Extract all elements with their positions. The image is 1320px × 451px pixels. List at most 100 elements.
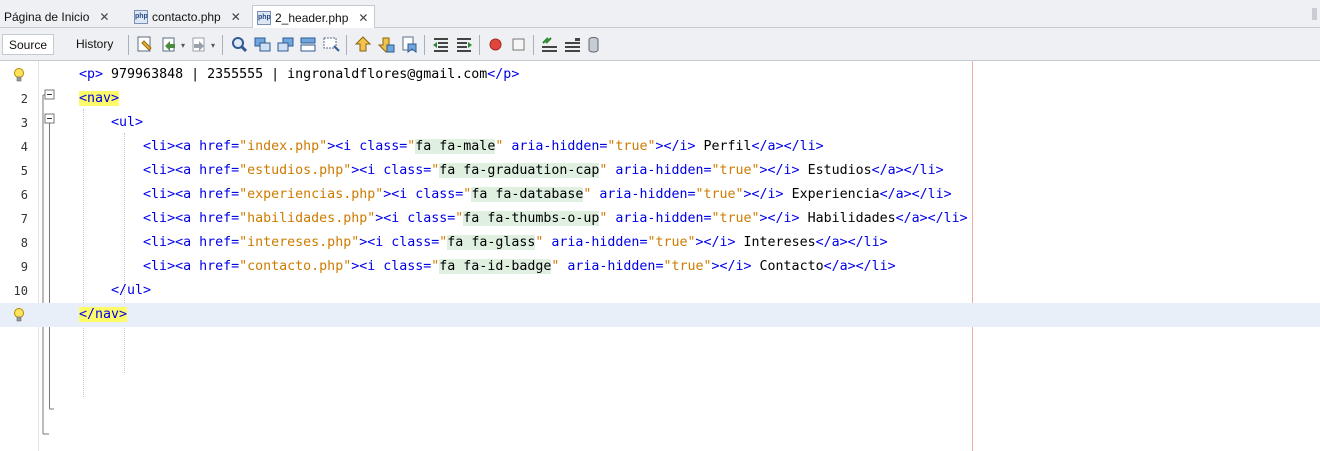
code-token: aria-hidden= <box>607 163 712 178</box>
code-token: <li><a href= <box>143 139 240 154</box>
code-line[interactable]: 7 <li><a href="habilidades.php"><i class… <box>0 207 1320 231</box>
code-token: ></i> <box>759 163 800 178</box>
find-next-icon[interactable] <box>276 35 295 54</box>
database-icon[interactable] <box>584 35 603 54</box>
toolbar-separator <box>424 35 425 55</box>
uncomment-icon[interactable] <box>563 35 582 54</box>
code-line[interactable]: 3 <ul> <box>0 111 1320 135</box>
toggle-rectangular-selection-icon[interactable] <box>322 35 341 54</box>
find-previous-icon[interactable] <box>253 35 272 54</box>
code-token: <li><a href= <box>143 211 240 226</box>
code-token: ><i class= <box>351 259 432 274</box>
code-text[interactable]: <li><a href="contacto.php"><i class="fa … <box>79 255 896 279</box>
chevron-down-icon[interactable]: ▾ <box>211 41 215 50</box>
code-token: Estudios <box>799 163 872 178</box>
code-text[interactable]: </nav> <box>79 303 128 327</box>
code-token: "habilidades.php" <box>239 211 376 226</box>
shift-left-icon[interactable] <box>432 35 451 54</box>
code-text[interactable]: <li><a href="experiencias.php"><i class=… <box>79 183 952 207</box>
code-token: </a></li> <box>879 187 952 202</box>
history-tab[interactable]: History <box>70 34 119 55</box>
code-text[interactable]: <nav> <box>79 87 120 111</box>
code-text[interactable]: <ul> <box>79 111 143 135</box>
code-token: </a></li> <box>751 139 824 154</box>
hint-lightbulb-icon[interactable] <box>13 67 25 83</box>
code-line[interactable]: <p> 979963848 | 2355555 | ingronaldflore… <box>0 63 1320 87</box>
line-number: 2 <box>20 92 28 106</box>
code-line[interactable]: 6 <li><a href="experiencias.php"><i clas… <box>0 183 1320 207</box>
code-line[interactable]: 2 <nav> <box>0 87 1320 111</box>
code-token: "true" <box>647 235 696 250</box>
toggle-highlight-icon[interactable] <box>299 35 318 54</box>
code-token: </a></li> <box>895 211 968 226</box>
code-text[interactable]: <p> 979963848 | 2355555 | ingronaldflore… <box>79 63 519 87</box>
code-token: <li><a href= <box>143 259 240 274</box>
source-tab[interactable]: Source <box>2 34 55 55</box>
chevron-down-icon[interactable]: ▾ <box>181 41 185 50</box>
code-token: ><i class= <box>351 163 432 178</box>
code-token: "true" <box>711 211 760 226</box>
line-number: 5 <box>20 164 28 178</box>
code-token: ></i> <box>743 187 784 202</box>
tab-pagina-de-inicio[interactable]: Página de Inicio ✕ <box>0 6 109 28</box>
last-edit-icon[interactable] <box>136 35 155 54</box>
code-token: </a></li> <box>871 163 944 178</box>
code-line[interactable]: </nav> <box>0 303 1320 327</box>
code-token: aria-hidden= <box>559 259 664 274</box>
find-selection-icon[interactable] <box>230 35 249 54</box>
code-text[interactable]: </ul> <box>79 279 151 303</box>
editor-tab-bar: Página de Inicio ✕ php contacto.php ✕ ph… <box>0 0 1320 29</box>
tab-label: 2_header.php <box>275 10 349 25</box>
code-token: </a></li> <box>823 259 896 274</box>
stop-macro-icon[interactable] <box>509 35 528 54</box>
toggle-bookmark-icon[interactable] <box>400 35 419 54</box>
code-line[interactable]: 8 <li><a href="intereses.php"><i class="… <box>0 231 1320 255</box>
tab-scroll-indicator[interactable] <box>1312 8 1317 20</box>
line-number: 3 <box>20 116 28 130</box>
line-number: 9 <box>20 260 28 274</box>
toolbar-separator <box>128 35 129 55</box>
code-line[interactable]: 4 <li><a href="index.php"><i class="fa f… <box>0 135 1320 159</box>
code-editor[interactable]: <p> 979963848 | 2355555 | ingronaldflore… <box>0 61 1320 451</box>
tab-label: Página de Inicio <box>4 10 90 24</box>
code-line[interactable]: 9 <li><a href="contacto.php"><i class="f… <box>0 255 1320 279</box>
code-token: aria-hidden= <box>543 235 648 250</box>
close-icon[interactable]: ✕ <box>99 10 109 24</box>
code-token: fa fa-male <box>415 139 496 154</box>
comment-icon[interactable] <box>540 35 559 54</box>
code-line[interactable]: 5 <li><a href="estudios.php"><i class="f… <box>0 159 1320 183</box>
code-token: "true" <box>711 163 760 178</box>
code-token: aria-hidden= <box>607 211 712 226</box>
close-icon[interactable]: ✕ <box>231 10 241 24</box>
code-token: <li><a href= <box>143 163 240 178</box>
start-macro-icon[interactable] <box>486 35 505 54</box>
tab-contacto-php[interactable]: php contacto.php ✕ <box>130 6 241 28</box>
code-text[interactable]: <li><a href="intereses.php"><i class="fa… <box>79 231 888 255</box>
close-icon[interactable]: ✕ <box>358 11 368 25</box>
code-token: "experiencias.php" <box>239 187 384 202</box>
back-icon[interactable] <box>160 35 179 54</box>
previous-bookmark-icon[interactable] <box>354 35 373 54</box>
code-token: <li><a href= <box>143 235 240 250</box>
code-text[interactable]: <li><a href="estudios.php"><i class="fa … <box>79 159 944 183</box>
toolbar-separator <box>222 35 223 55</box>
code-token: Intereses <box>735 235 816 250</box>
code-text[interactable]: <li><a href="index.php"><i class="fa fa-… <box>79 135 824 159</box>
tab-2-header-php[interactable]: php 2_header.php ✕ <box>252 5 376 29</box>
hint-lightbulb-icon[interactable] <box>13 307 25 323</box>
code-token: </p> <box>487 67 520 82</box>
code-token: </nav> <box>79 307 128 322</box>
toolbar-separator <box>346 35 347 55</box>
code-token: Perfil <box>695 139 752 154</box>
code-text[interactable]: <li><a href="habilidades.php"><i class= "… <box>79 207 968 231</box>
code-token: ></i> <box>711 259 752 274</box>
code-token: "estudios.php" <box>239 163 352 178</box>
shift-right-icon[interactable] <box>455 35 474 54</box>
line-number: 10 <box>13 284 28 298</box>
toolbar-separator <box>533 35 534 55</box>
code-line[interactable]: 10 </ul> <box>0 279 1320 303</box>
forward-icon[interactable] <box>190 35 209 54</box>
next-bookmark-icon[interactable] <box>377 35 396 54</box>
